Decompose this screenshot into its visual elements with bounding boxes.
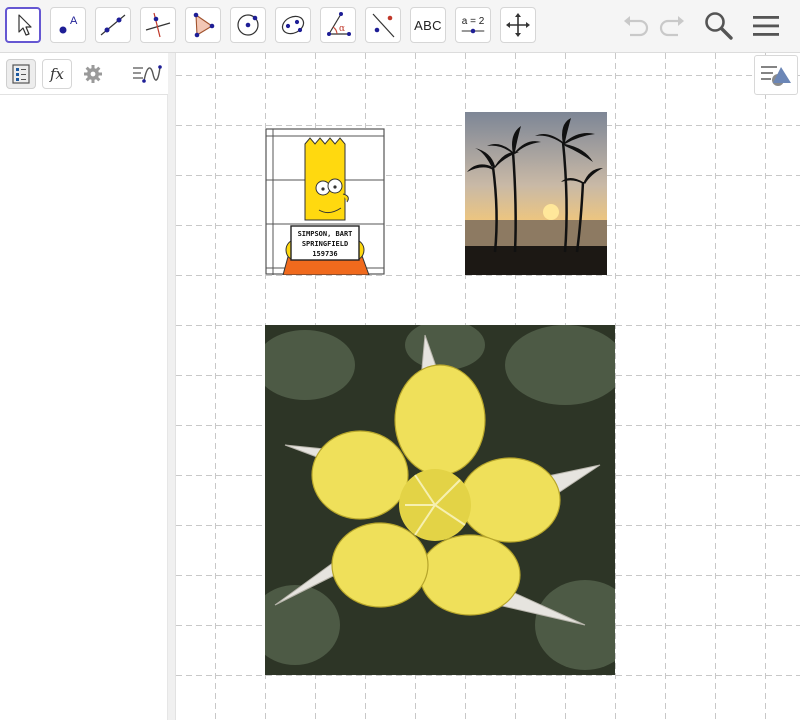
- undo-icon: [624, 16, 649, 37]
- graphics-view-icon: [133, 65, 162, 83]
- redo-icon: [659, 16, 684, 37]
- circle-icon: [237, 14, 259, 36]
- reflect-icon: [372, 13, 395, 38]
- arrow-pointer-icon: [18, 14, 32, 36]
- style-bar-toggle[interactable]: [754, 55, 798, 95]
- angle-tool[interactable]: α: [320, 7, 356, 43]
- slider-tool[interactable]: a = 2: [455, 7, 491, 43]
- mugshot-caption-number: 159736: [312, 250, 337, 258]
- slider-icon: a = 2: [460, 16, 486, 35]
- menu-button[interactable]: [748, 8, 784, 44]
- redo-button[interactable]: [655, 8, 691, 44]
- search-button[interactable]: [701, 8, 737, 44]
- perpendicular-tool[interactable]: [140, 7, 176, 43]
- bart-simpson-image[interactable]: SIMPSON, BART SPRINGFIELD 159736: [265, 128, 385, 275]
- graphics-view[interactable]: SIMPSON, BART SPRINGFIELD 159736: [176, 53, 800, 720]
- graph-view-button[interactable]: [128, 59, 164, 89]
- mugshot-caption-name: SIMPSON, BART: [298, 230, 353, 238]
- slider-label: a = 2: [461, 15, 485, 27]
- angle-icon: α: [327, 12, 351, 36]
- settings-button[interactable]: [78, 59, 108, 89]
- point-icon: A: [59, 15, 78, 34]
- text-icon: ABC: [414, 17, 442, 33]
- ellipse-tool[interactable]: [275, 7, 311, 43]
- line-tool[interactable]: [95, 7, 131, 43]
- algebra-header: fx: [0, 53, 168, 95]
- point-tool[interactable]: A: [50, 7, 86, 43]
- polygon-icon: [193, 12, 215, 38]
- polygon-tool[interactable]: [185, 7, 221, 43]
- mugshot-caption-city: SPRINGFIELD: [302, 240, 348, 248]
- yellow-columbine-flower-image[interactable]: [265, 325, 615, 675]
- angle-label: α: [339, 24, 345, 34]
- fx-icon: fx: [49, 65, 64, 83]
- palm-trees-sunset-image[interactable]: [465, 112, 607, 275]
- text-tool[interactable]: ABC: [410, 7, 446, 43]
- hamburger-menu-icon: [753, 16, 779, 36]
- circle-tool[interactable]: [230, 7, 266, 43]
- point-label: A: [70, 15, 78, 27]
- reflect-tool[interactable]: [365, 7, 401, 43]
- algebra-tree-icon: [12, 64, 30, 84]
- panel-splitter[interactable]: [168, 53, 176, 720]
- move-tool[interactable]: [5, 7, 41, 43]
- style-bar-toggle-icon: [761, 66, 791, 86]
- undo-button[interactable]: [617, 8, 653, 44]
- move-graphics-tool[interactable]: [500, 7, 536, 43]
- search-icon: [705, 12, 733, 40]
- algebra-panel: fx: [0, 53, 168, 720]
- gear-icon: [84, 65, 102, 83]
- algebra-view-button[interactable]: [6, 59, 36, 89]
- line-icon: [100, 14, 126, 36]
- input-bar-button[interactable]: fx: [42, 59, 72, 89]
- move-arrows-icon: [506, 13, 530, 37]
- toolbar: A α ABC a = 2: [0, 0, 800, 53]
- perpendicular-icon: [145, 12, 171, 38]
- ellipse-icon: [281, 15, 305, 35]
